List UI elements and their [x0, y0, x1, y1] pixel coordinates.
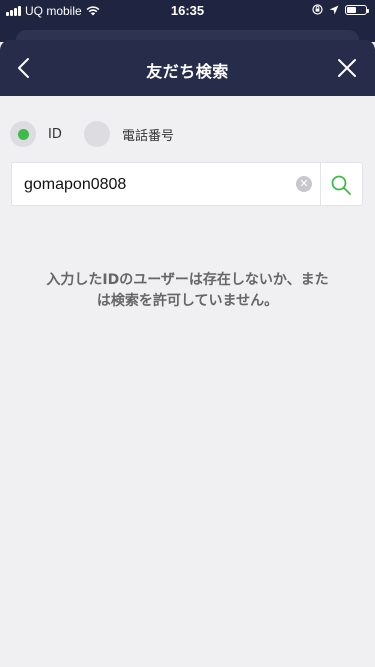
radio-phone[interactable]: 電話番号 [84, 118, 174, 150]
status-bar: UQ mobile 16:35 [0, 0, 375, 22]
page-title: 友だち検索 [146, 62, 229, 81]
search-box: ✕ [11, 162, 363, 207]
radio-phone-indicator[interactable] [84, 121, 110, 147]
radio-id[interactable]: ID [10, 118, 62, 150]
message-line-1: 入力したIDのユーザーは存在しないか、また [46, 272, 329, 288]
battery-fill [347, 6, 356, 13]
search-icon[interactable] [330, 174, 352, 196]
radio-phone-label: 電話番号 [122, 128, 175, 144]
search-type-selector: ID 電話番号 [0, 118, 375, 150]
no-result-message: 入力したIDのユーザーは存在しないか、また は検索を許可していません。 [30, 270, 345, 312]
orientation-lock-icon [312, 4, 323, 15]
radio-id-indicator[interactable] [10, 121, 36, 147]
status-bar-right [312, 4, 369, 15]
radio-selected-dot [17, 128, 29, 140]
nav-header: 友だち検索 [0, 40, 375, 96]
radio-id-label: ID [48, 126, 62, 142]
location-arrow-icon [329, 5, 339, 14]
close-button[interactable] [335, 56, 359, 80]
search-input[interactable] [22, 163, 296, 207]
battery-icon [345, 4, 369, 15]
message-line-2: は検索を許可していません。 [96, 293, 279, 309]
search-divider [320, 163, 321, 205]
clear-icon[interactable]: ✕ [296, 176, 312, 192]
